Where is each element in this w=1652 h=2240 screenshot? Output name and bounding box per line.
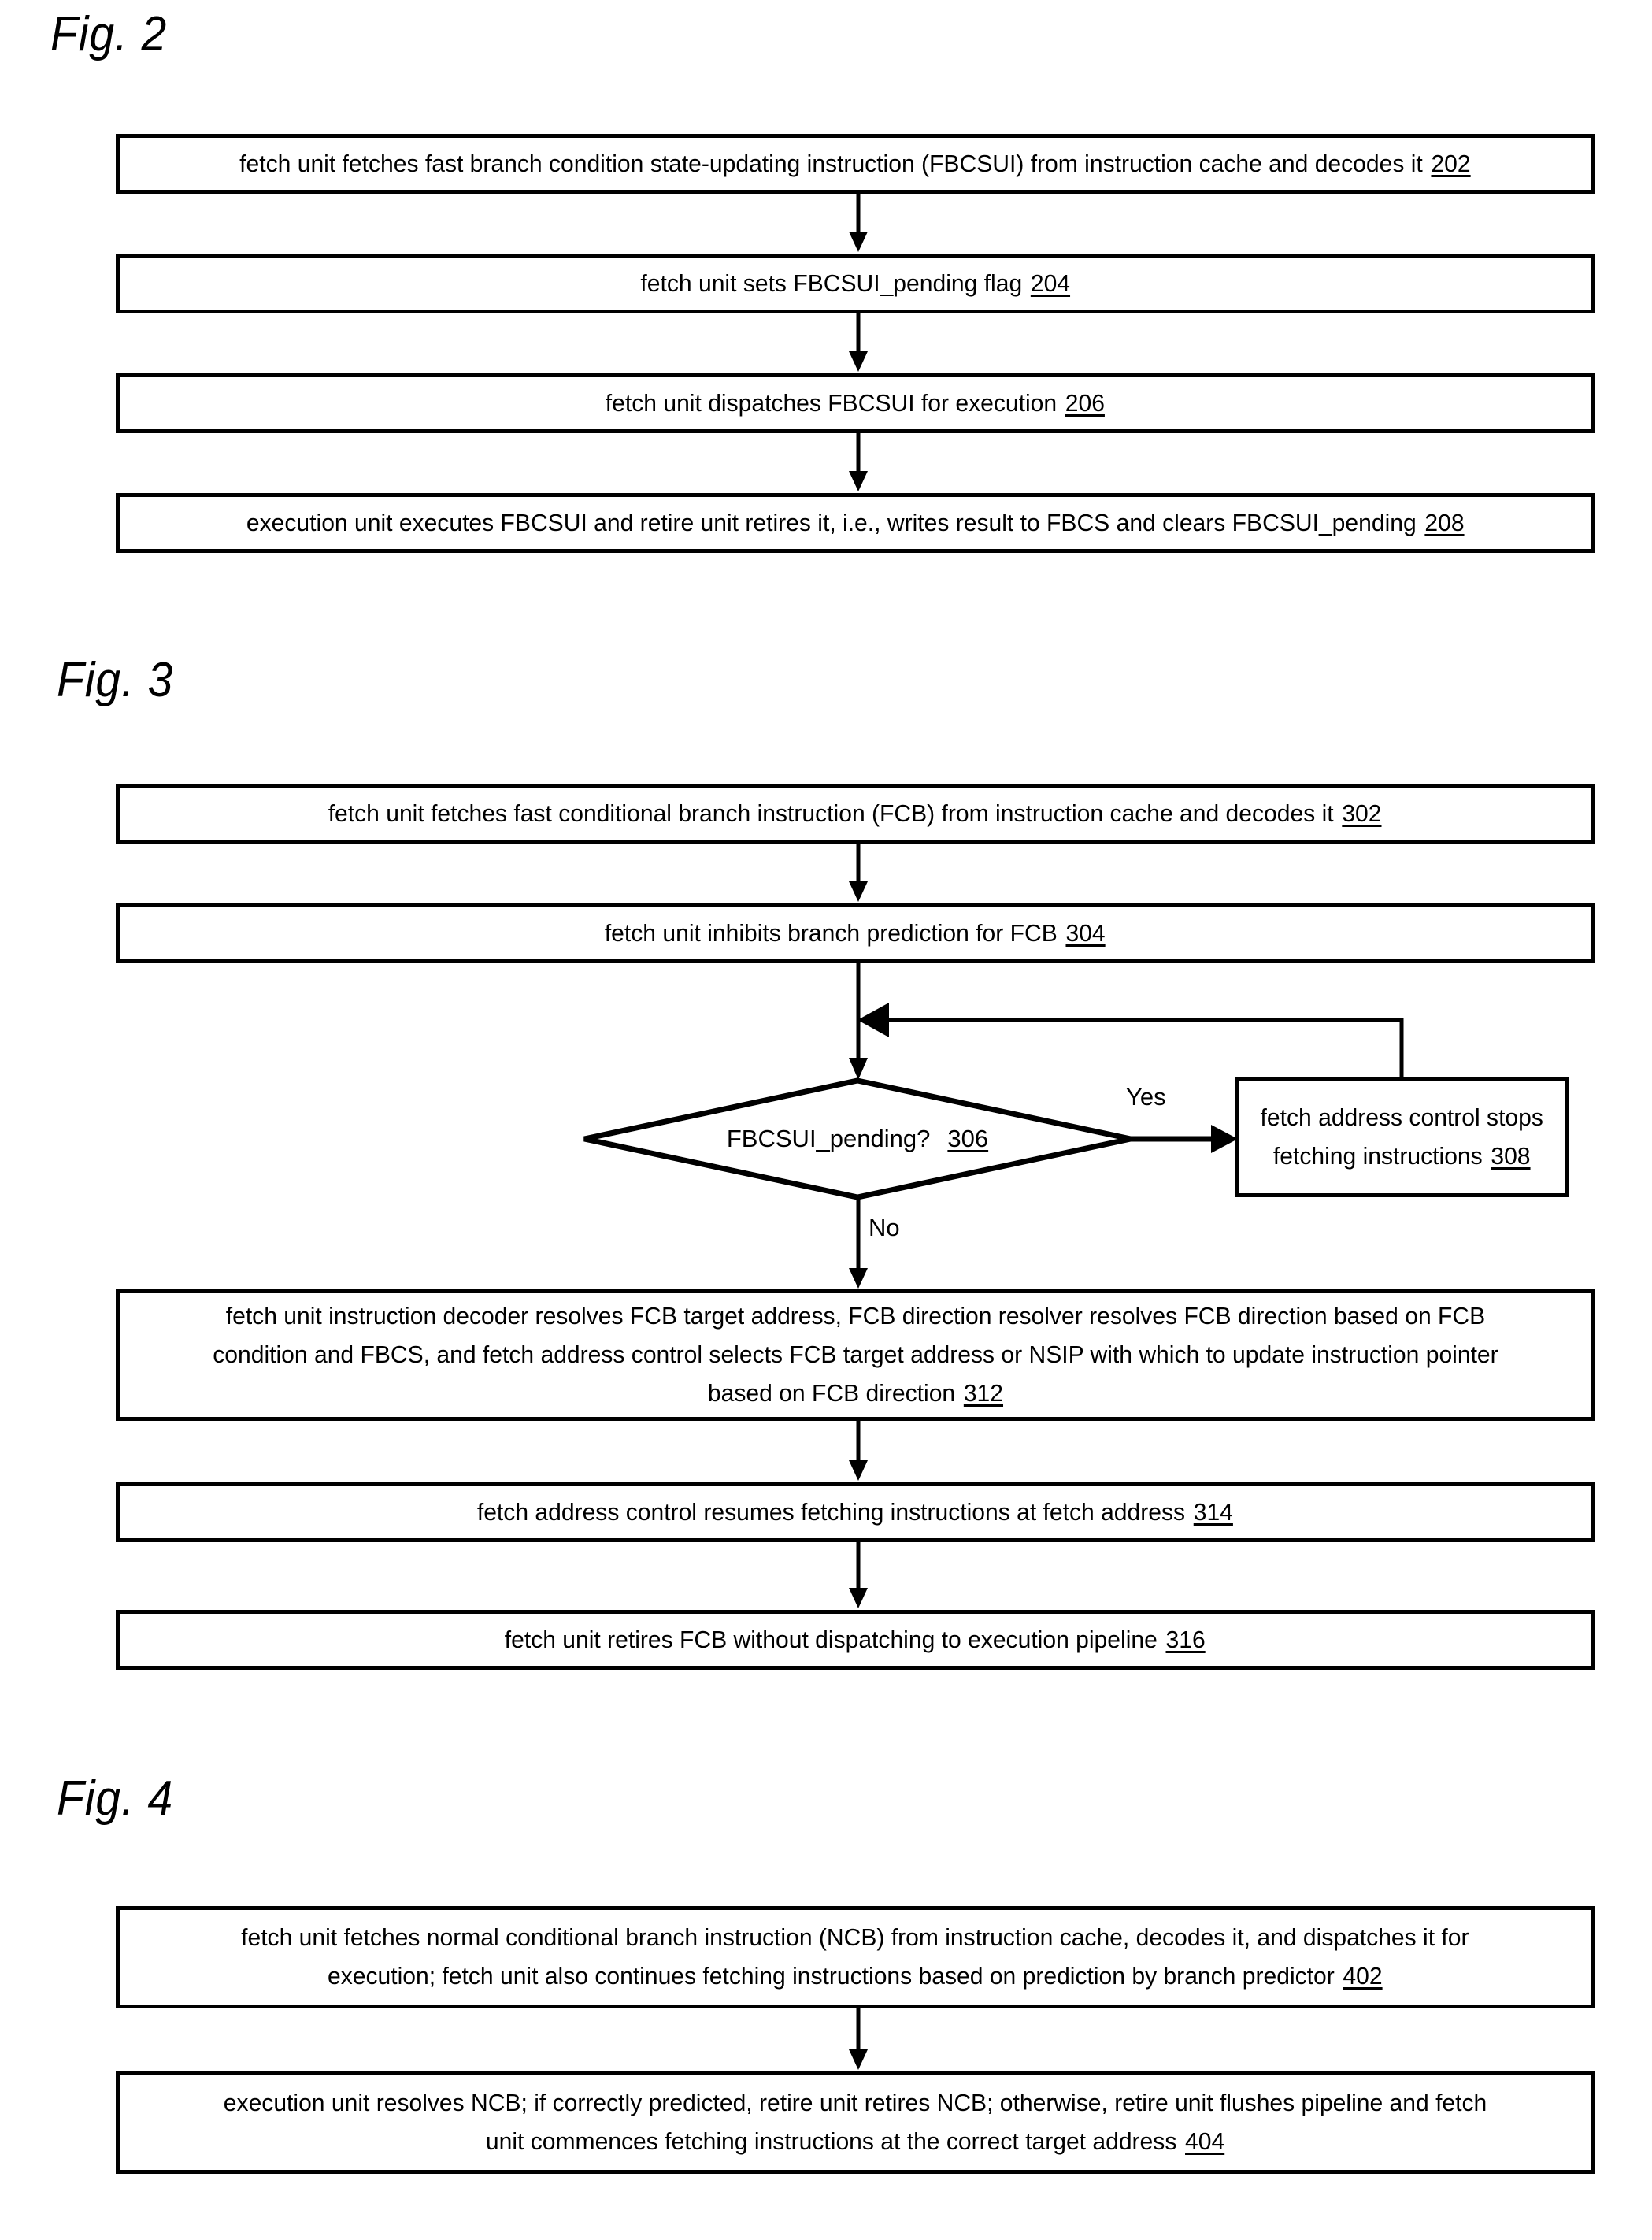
flow-node-308: fetch address control stops fetching ins… [1235,1077,1569,1197]
figure-label-fig4: Fig. 4 [57,1771,174,1826]
connector-202-to-204 [843,194,874,254]
connector-308-feedback-loop [857,1003,1424,1086]
flow-node-316-text: fetch unit retires FCB without dispatchi… [491,1621,1220,1660]
branch-label-no: No [869,1214,900,1241]
flow-node-312: fetch unit instruction decoder resolves … [116,1289,1595,1421]
flow-node-202-line-0: fetch unit fetches fast branch condition… [239,149,1423,177]
flow-node-208-text: execution unit executes FBCSUI and retir… [232,504,1478,543]
flow-node-314-ref: 314 [1193,1497,1234,1526]
flow-node-202-ref: 202 [1431,149,1471,177]
flow-node-204-ref: 204 [1030,269,1070,297]
flow-node-202-text: fetch unit fetches fast branch condition… [226,145,1484,184]
flow-node-404-line-1: unit commences fetching instructions at … [485,2127,1177,2155]
flow-node-316-ref: 316 [1165,1625,1206,1653]
flow-node-302-text: fetch unit fetches fast conditional bran… [315,795,1396,833]
connector-312-to-314 [843,1421,874,1482]
connector-306-no-to-312 [843,1197,874,1290]
flow-node-302-ref: 302 [1342,799,1382,827]
flow-node-302: fetch unit fetches fast conditional bran… [116,784,1595,844]
flow-node-312-line-2: based on FCB direction [707,1378,955,1407]
flow-node-306-ref: 306 [947,1125,989,1152]
flow-node-312-line-0: fetch unit instruction decoder resolves … [225,1302,1485,1330]
flow-node-314-line-0: fetch address control resumes fetching i… [476,1497,1186,1526]
branch-label-yes: Yes [1126,1083,1166,1111]
flow-node-304-line-0: fetch unit inhibits branch prediction fo… [605,918,1058,947]
flow-node-204-text: fetch unit sets FBCSUI_pending flag 204 [627,265,1084,303]
flow-node-312-ref: 312 [963,1378,1003,1407]
flow-node-404-text: execution unit resolves NCB; if correctl… [209,2084,1500,2161]
flow-node-204-line-0: fetch unit sets FBCSUI_pending flag [640,269,1022,297]
flow-node-306: FBCSUI_pending? 306 [581,1077,1134,1200]
flow-node-206-text: fetch unit dispatches FBCSUI for executi… [591,384,1118,423]
flow-node-302-line-0: fetch unit fetches fast conditional bran… [328,799,1335,827]
flow-node-304: fetch unit inhibits branch prediction fo… [116,903,1595,963]
figure-label-fig3: Fig. 3 [57,653,174,707]
flow-node-208-line-0: execution unit executes FBCSUI and retir… [246,508,1417,536]
flow-node-306-line-0: FBCSUI_pending? [726,1125,931,1152]
flow-node-404-line-0: execution unit resolves NCB; if correctl… [223,2089,1487,2117]
flow-node-308-ref: 308 [1491,1142,1531,1170]
flow-node-206-ref: 206 [1065,388,1106,417]
flow-node-314-text: fetch address control resumes fetching i… [463,1493,1246,1532]
flow-node-312-text: fetch unit instruction decoder resolves … [198,1297,1511,1413]
flow-node-402: fetch unit fetches normal conditional br… [116,1906,1595,2008]
flow-node-206-line-0: fetch unit dispatches FBCSUI for executi… [605,388,1058,417]
connector-306-yes-to-308 [1131,1123,1241,1158]
flow-node-206: fetch unit dispatches FBCSUI for executi… [116,373,1595,433]
flow-node-312-line-1: condition and FBCS, and fetch address co… [212,1341,1498,1369]
flow-node-204: fetch unit sets FBCSUI_pending flag 204 [116,254,1595,313]
flow-node-316-line-0: fetch unit retires FCB without dispatchi… [505,1625,1158,1653]
flow-node-402-ref: 402 [1343,1962,1383,1990]
flow-node-304-text: fetch unit inhibits branch prediction fo… [591,914,1120,953]
flow-node-314: fetch address control resumes fetching i… [116,1482,1595,1542]
flow-node-208-ref: 208 [1424,508,1465,536]
flow-node-404-ref: 404 [1184,2127,1225,2155]
connector-204-to-206 [843,313,874,373]
flow-node-208: execution unit executes FBCSUI and retir… [116,493,1595,553]
flow-node-308-line-1: fetching instructions [1272,1142,1483,1170]
flow-node-306-text: FBCSUI_pending? 306 [581,1077,1134,1200]
flow-node-404: execution unit resolves NCB; if correctl… [116,2071,1595,2174]
flow-node-402-line-0: fetch unit fetches normal conditional br… [241,1923,1469,1952]
flow-node-308-line-0: fetch address control stops [1260,1103,1543,1132]
connector-206-to-208 [843,433,874,493]
figure-label-fig2: Fig. 2 [50,7,168,61]
flow-node-308-text: fetch address control stops fetching ins… [1246,1099,1557,1176]
connector-314-to-316 [843,1542,874,1610]
flow-node-304-ref: 304 [1065,918,1106,947]
connector-302-to-304 [843,844,874,903]
connector-402-to-404 [843,2008,874,2071]
flow-node-316: fetch unit retires FCB without dispatchi… [116,1610,1595,1670]
flow-node-402-line-1: execution; fetch unit also continues fet… [328,1962,1335,1990]
flow-node-202: fetch unit fetches fast branch condition… [116,134,1595,194]
flow-node-402-text: fetch unit fetches normal conditional br… [228,1919,1483,1996]
